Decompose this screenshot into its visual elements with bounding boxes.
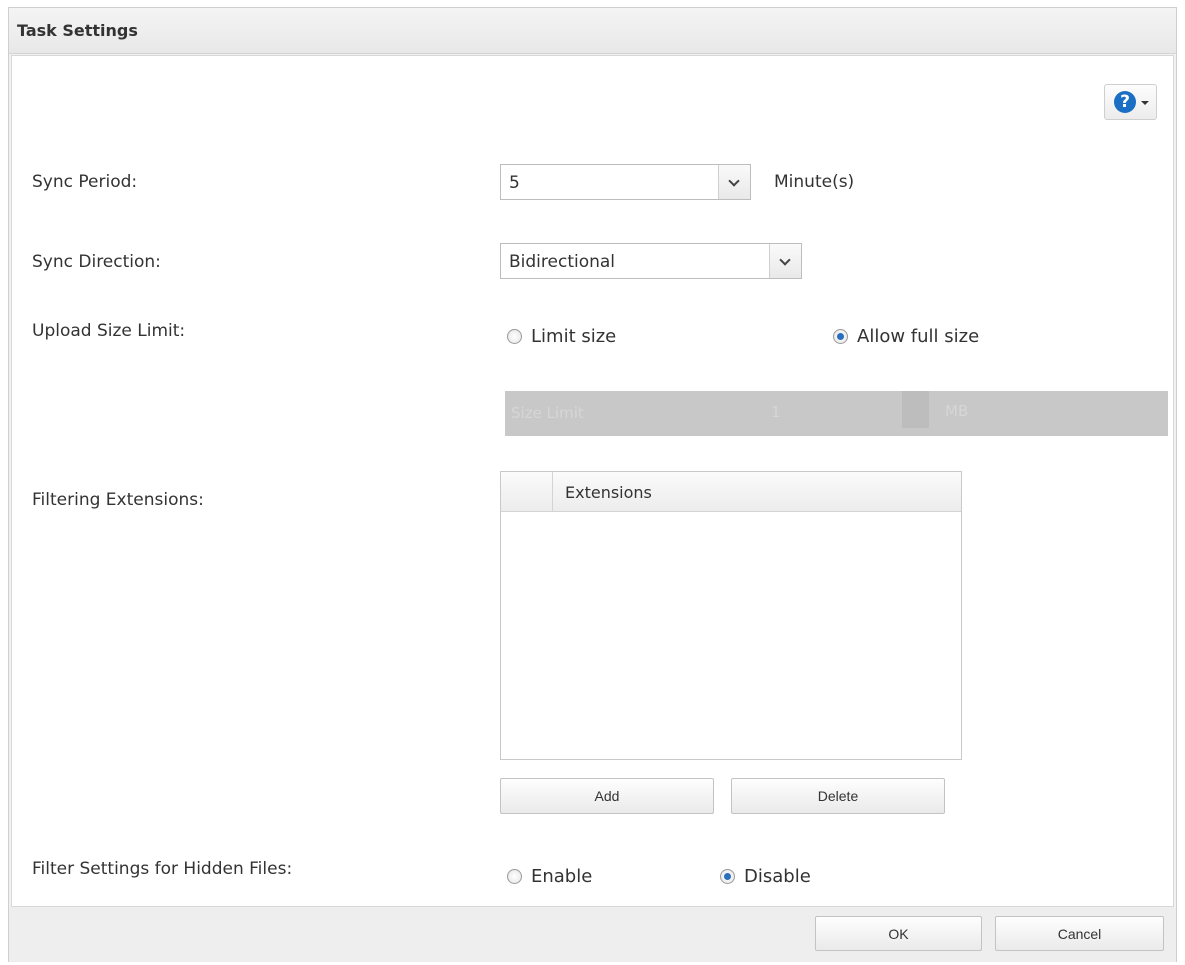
extensions-column-header[interactable]: Extensions — [565, 483, 652, 502]
radio-disable[interactable]: Disable — [720, 866, 811, 887]
size-limit-spinner — [902, 391, 929, 428]
sync-direction-value: Bidirectional — [509, 252, 616, 272]
select-all-column[interactable] — [501, 472, 553, 511]
radio-enable-label: Enable — [531, 866, 593, 887]
size-limit-input: 1 — [771, 403, 781, 421]
sync-direction-select[interactable]: Bidirectional — [500, 243, 802, 279]
filtering-extensions-label: Filtering Extensions: — [32, 490, 204, 510]
size-limit-unit: MB — [945, 402, 969, 420]
chevron-down-icon — [718, 165, 750, 199]
cancel-button[interactable]: Cancel — [995, 916, 1164, 951]
upload-size-limit-label: Upload Size Limit: — [32, 321, 186, 341]
sync-period-unit: Minute(s) — [774, 172, 855, 192]
add-button[interactable]: Add — [500, 778, 714, 814]
extensions-table[interactable]: Extensions — [500, 471, 962, 760]
radio-selected-icon — [833, 329, 848, 344]
caret-down-icon — [1141, 101, 1149, 105]
dialog-title: Task Settings — [17, 21, 138, 40]
size-limit-row-disabled: Size Limit 1 MB — [505, 391, 1168, 436]
chevron-down-icon — [769, 244, 801, 278]
size-limit-label: Size Limit — [511, 404, 584, 422]
dialog-titlebar: Task Settings — [9, 8, 1176, 54]
radio-limit-size[interactable]: Limit size — [507, 326, 616, 347]
radio-selected-icon — [720, 869, 735, 884]
radio-icon — [507, 329, 522, 344]
radio-disable-label: Disable — [744, 866, 811, 887]
ok-button[interactable]: OK — [815, 916, 982, 951]
radio-enable[interactable]: Enable — [507, 866, 592, 887]
dialog-content: ? Sync Period: 5 Minute(s) Sync Directio… — [11, 55, 1174, 907]
hidden-files-label: Filter Settings for Hidden Files: — [32, 859, 293, 879]
help-button[interactable]: ? — [1104, 84, 1157, 120]
sync-direction-label: Sync Direction: — [32, 252, 161, 272]
task-settings-dialog: Task Settings ? Sync Period: 5 Minute(s)… — [8, 7, 1177, 962]
sync-period-label: Sync Period: — [32, 172, 138, 192]
delete-button[interactable]: Delete — [731, 778, 945, 814]
sync-period-value: 5 — [509, 173, 520, 193]
radio-icon — [507, 869, 522, 884]
radio-allow-full-size-label: Allow full size — [857, 326, 980, 347]
extensions-table-header: Extensions — [501, 472, 961, 512]
radio-allow-full-size[interactable]: Allow full size — [833, 326, 979, 347]
help-icon: ? — [1114, 91, 1136, 113]
dialog-footer: OK Cancel — [9, 907, 1176, 962]
radio-limit-size-label: Limit size — [531, 326, 617, 347]
sync-period-select[interactable]: 5 — [500, 164, 751, 200]
